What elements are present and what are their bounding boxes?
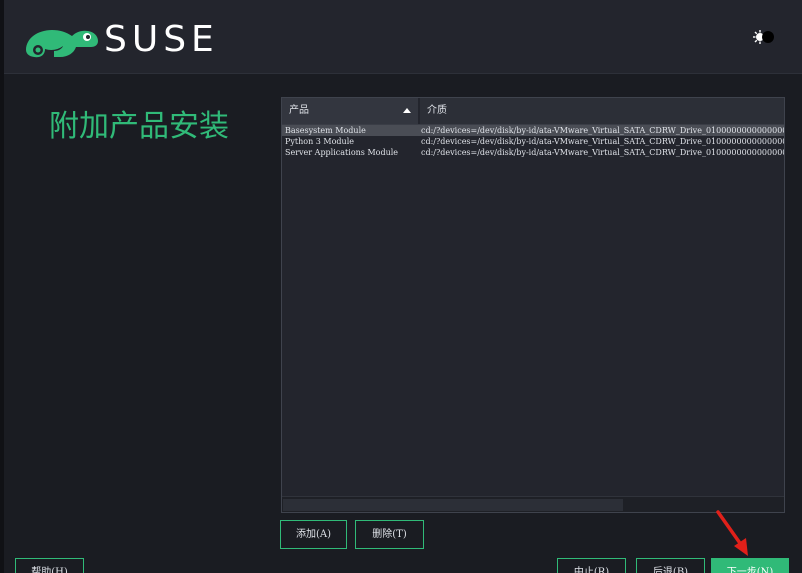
- logo-wordmark: SUSE: [104, 19, 219, 60]
- chameleon-icon: [26, 30, 98, 58]
- header-bar: SUSE: [4, 0, 802, 74]
- medium-cell: cd:/?devices=/dev/disk/by-id/ata-VMware_…: [421, 126, 784, 135]
- delete-button[interactable]: 删除(T): [355, 520, 424, 549]
- addon-products-table: 产品 介质 Basesystem Module cd:/?devices=/de…: [281, 97, 785, 513]
- theme-toggle-button[interactable]: [750, 27, 778, 47]
- table-row[interactable]: Basesystem Module cd:/?devices=/dev/disk…: [282, 125, 784, 136]
- product-cell: Server Applications Module: [285, 148, 399, 157]
- column-header-product[interactable]: 产品: [282, 98, 418, 124]
- column-header-label: 产品: [289, 105, 309, 116]
- medium-cell: cd:/?devices=/dev/disk/by-id/ata-VMware_…: [421, 148, 784, 157]
- table-body: Basesystem Module cd:/?devices=/dev/disk…: [282, 125, 784, 496]
- sort-ascending-icon: [403, 108, 411, 113]
- help-button[interactable]: 帮助(H): [15, 558, 84, 573]
- sun-icon: [753, 30, 774, 44]
- table-header: 产品 介质: [282, 98, 784, 125]
- horizontal-scrollbar[interactable]: [282, 496, 784, 512]
- window-left-edge: [0, 0, 4, 573]
- table-row[interactable]: Server Applications Module cd:/?devices=…: [282, 147, 784, 158]
- abort-button[interactable]: 中止(R): [557, 558, 626, 573]
- medium-cell: cd:/?devices=/dev/disk/by-id/ata-VMware_…: [421, 137, 784, 146]
- back-button[interactable]: 后退(B): [636, 558, 705, 573]
- scrollbar-thumb[interactable]: [283, 499, 623, 511]
- annotation-arrow-icon: [716, 510, 748, 556]
- column-header-label: 介质: [427, 105, 447, 116]
- next-button[interactable]: 下一步(N): [711, 558, 789, 573]
- suse-logo: SUSE: [24, 19, 214, 60]
- table-row[interactable]: Python 3 Module cd:/?devices=/dev/disk/b…: [282, 136, 784, 147]
- product-cell: Python 3 Module: [285, 137, 354, 146]
- add-button[interactable]: 添加(A): [280, 520, 347, 549]
- column-header-medium[interactable]: 介质: [420, 98, 784, 124]
- page-title: 附加产品安装: [49, 109, 229, 144]
- product-cell: Basesystem Module: [285, 126, 366, 135]
